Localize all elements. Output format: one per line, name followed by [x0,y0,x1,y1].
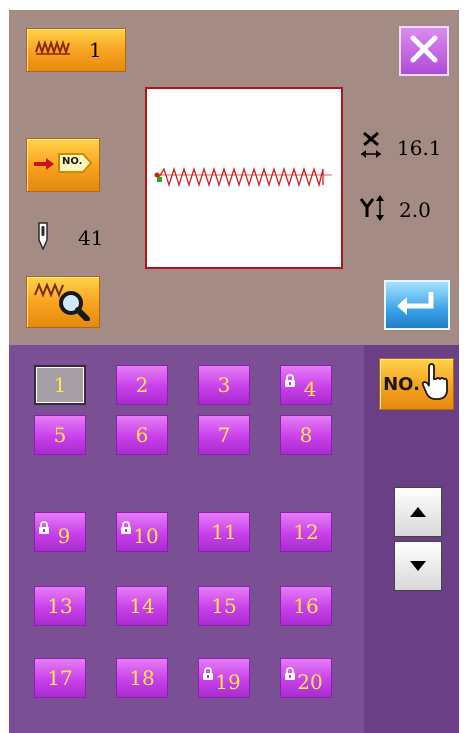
close-button[interactable] [399,26,449,76]
pattern-number-value: 1 [89,38,102,62]
pattern-number-label: 5 [53,423,67,447]
pattern-button-1[interactable]: 1 [34,365,86,405]
pattern-number-label: 15 [211,594,237,618]
pattern-number-button[interactable]: 1 [26,28,126,72]
pattern-number-label: 7 [217,423,231,447]
pattern-number-label: 2 [135,373,149,397]
stitch-preview-graphic [154,166,332,188]
pattern-button-17[interactable]: 17 [34,658,86,698]
lock-icon [284,368,296,392]
pattern-number-label: 17 [47,666,73,690]
pattern-number-label: 12 [293,520,319,544]
enter-button[interactable] [384,280,450,330]
pattern-search-button[interactable] [26,276,100,328]
x-scale-value: 16.1 [397,136,442,160]
pattern-number-label: 10 [133,524,159,548]
enter-icon [395,288,439,322]
magnifier-icon [31,279,95,325]
pattern-button-14[interactable]: 14 [116,586,168,626]
needle-icon [36,222,50,254]
pattern-number-label: 18 [129,666,155,690]
lock-icon [284,661,296,685]
pattern-number-label: 11 [211,520,237,544]
pattern-button-8[interactable]: 8 [280,415,332,455]
lock-icon [38,515,50,539]
stitch-pattern-icon [35,39,71,60]
screen: 1 NO. 41 16.1 2.0 NO. 1 2 3 4 5 6 7 8 9 … [9,10,459,733]
pattern-button-4[interactable]: 4 [280,365,332,405]
hand-pointer-icon [420,363,450,405]
x-scale-icon [359,131,383,165]
pattern-number-label: 8 [299,423,313,447]
number-tag-icon: NO. [57,150,93,180]
pattern-button-3[interactable]: 3 [198,365,250,405]
y-scale-row: 2.0 [359,190,442,230]
stitch-preview [145,87,343,269]
x-scale-row: 16.1 [359,128,442,168]
pattern-button-15[interactable]: 15 [198,586,250,626]
arrow-right-icon [33,156,55,175]
pattern-button-18[interactable]: 18 [116,658,168,698]
close-icon [408,33,440,69]
pattern-number-label: 20 [297,670,323,694]
pattern-number-label: 1 [53,373,67,397]
needle-count: 41 [36,222,103,254]
pattern-button-11[interactable]: 11 [198,512,250,552]
pattern-number-label: 14 [129,594,155,618]
pattern-number-label: 3 [217,373,231,397]
pattern-number-label: 9 [57,524,71,548]
pattern-button-2[interactable]: 2 [116,365,168,405]
pattern-button-9[interactable]: 9 [34,512,86,552]
scroll-down-button[interactable] [394,541,442,591]
pattern-button-19[interactable]: 19 [198,658,250,698]
pattern-number-label: 4 [303,377,317,401]
scroll-up-button[interactable] [394,487,442,537]
pattern-number-label: 6 [135,423,149,447]
lock-icon [120,515,132,539]
needle-count-value: 41 [78,226,104,250]
triangle-up-icon [409,503,427,522]
lock-icon [202,661,214,685]
pattern-button-20[interactable]: 20 [280,658,332,698]
pattern-button-13[interactable]: 13 [34,586,86,626]
number-search-label: NO. [383,373,420,395]
pattern-button-5[interactable]: 5 [34,415,86,455]
number-search-button[interactable]: NO. [379,358,454,410]
triangle-down-icon [409,557,427,576]
goto-pattern-button[interactable]: NO. [26,138,100,192]
pattern-button-12[interactable]: 12 [280,512,332,552]
y-scale-icon [359,193,385,227]
y-scale-value: 2.0 [399,198,431,222]
pattern-button-7[interactable]: 7 [198,415,250,455]
pattern-number-label: 13 [47,594,73,618]
pattern-button-16[interactable]: 16 [280,586,332,626]
pattern-button-10[interactable]: 10 [116,512,168,552]
pattern-number-label: 16 [293,594,319,618]
pattern-button-6[interactable]: 6 [116,415,168,455]
pattern-number-label: 19 [215,670,241,694]
scale-readout: 16.1 2.0 [359,128,442,252]
